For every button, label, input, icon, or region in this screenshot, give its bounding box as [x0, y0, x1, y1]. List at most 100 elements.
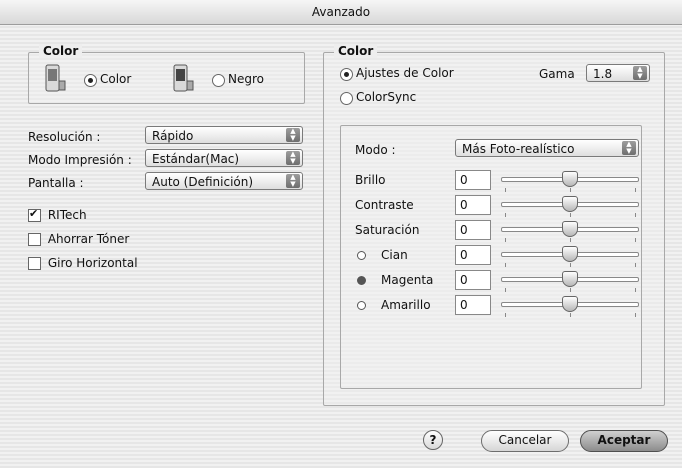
mode-value: Más Foto-realístico — [462, 142, 575, 156]
slider-tick — [635, 213, 636, 217]
popup-arrows-icon: ▲ ▼ — [633, 66, 647, 80]
adjustment-label: Contraste — [355, 198, 414, 212]
adjustment-row: Amarillo 0 — [341, 295, 641, 317]
adjustment-label: Amarillo — [381, 298, 431, 312]
print-mode-popup[interactable]: Estándar(Mac) ▲ ▼ — [145, 149, 303, 167]
screen-label: Pantalla : — [28, 176, 84, 190]
popup-arrows-icon: ▲ ▼ — [622, 141, 636, 155]
slider-tick — [635, 313, 636, 317]
colorsync-label: ColorSync — [356, 90, 417, 104]
adjustment-label: Saturación — [355, 223, 420, 237]
right-color-group: Color Ajustes de Color ColorSync Gama 1.… — [323, 44, 665, 406]
adjustment-label: Cian — [381, 248, 408, 262]
screen-value: Auto (Definición) — [152, 175, 254, 189]
left-color-group-title: Color — [39, 44, 83, 58]
slider-tick — [570, 238, 571, 242]
color-dot-icon — [357, 276, 366, 285]
adjustment-label: Brillo — [355, 173, 386, 187]
slider-tick — [635, 288, 636, 292]
resolution-value: Rápido — [152, 129, 194, 143]
slider-thumb[interactable] — [562, 271, 578, 287]
adjustment-value-field[interactable]: 0 — [455, 195, 491, 215]
color-dot-icon — [357, 301, 366, 310]
adjustment-value-field[interactable]: 0 — [455, 245, 491, 265]
color-adjust-label: Ajustes de Color — [356, 66, 454, 80]
save-toner-label: Ahorrar Tóner — [47, 232, 130, 246]
slider-tick — [505, 188, 506, 192]
print-mode-label: Modo Impresión : — [28, 153, 132, 167]
color-radio[interactable] — [84, 74, 97, 87]
adjustment-slider[interactable] — [501, 270, 639, 292]
adjustment-slider[interactable] — [501, 220, 639, 242]
flip-horizontal-checkbox-row[interactable]: Giro Horizontal — [28, 256, 138, 270]
right-color-group-title: Color — [334, 44, 378, 58]
ritech-checkbox[interactable] — [28, 207, 41, 222]
adjustment-slider[interactable] — [501, 295, 639, 317]
gamma-value: 1.8 — [593, 67, 613, 81]
adjustment-row: Cian 0 — [341, 245, 641, 267]
slider-tick — [635, 263, 636, 267]
adjustment-value-field[interactable]: 0 — [455, 295, 491, 315]
mode-label: Modo : — [355, 143, 396, 157]
slider-thumb[interactable] — [562, 196, 578, 212]
gamma-label: Gama — [539, 67, 575, 81]
slider-tick — [570, 288, 571, 292]
slider-tick — [635, 188, 636, 192]
popup-arrows-icon: ▲ ▼ — [286, 151, 300, 165]
resolution-popup[interactable]: Rápido ▲ ▼ — [145, 126, 303, 144]
window-title: Avanzado — [0, 0, 682, 25]
adjustment-label: Magenta — [381, 273, 434, 287]
adjustment-slider[interactable] — [501, 170, 639, 192]
adjustment-row: Contraste 0 — [341, 195, 641, 217]
slider-tick — [505, 213, 506, 217]
black-printer-icon — [173, 64, 194, 92]
adjustment-value-field[interactable]: 0 — [455, 220, 491, 240]
slider-thumb[interactable] — [562, 171, 578, 187]
slider-tick — [570, 263, 571, 267]
mode-popup[interactable]: Más Foto-realístico ▲ ▼ — [455, 139, 639, 157]
slider-tick — [570, 313, 571, 317]
black-radio[interactable] — [212, 74, 225, 87]
left-color-group: Color Color Negro — [28, 44, 305, 104]
color-printer-icon — [45, 64, 66, 92]
screen-popup[interactable]: Auto (Definición) ▲ ▼ — [145, 172, 303, 190]
adjustments-box: Modo : Más Foto-realístico ▲ ▼ Brillo 0 Con… — [340, 125, 642, 389]
advanced-dialog: Avanzado Color Color Negro Resolución : … — [0, 0, 682, 468]
slider-tick — [505, 238, 506, 242]
slider-tick — [505, 263, 506, 267]
ritech-checkbox-row[interactable]: RITech — [28, 207, 87, 222]
adjustment-value-field[interactable]: 0 — [455, 170, 491, 190]
color-adjust-radio[interactable] — [340, 68, 353, 81]
adjustment-slider[interactable] — [501, 245, 639, 267]
color-dot-icon — [357, 251, 366, 260]
resolution-label: Resolución : — [28, 130, 101, 144]
slider-thumb[interactable] — [562, 246, 578, 262]
adjustment-value-field[interactable]: 0 — [455, 270, 491, 290]
save-toner-checkbox[interactable] — [28, 233, 41, 246]
color-radio-label: Color — [100, 72, 132, 86]
print-mode-value: Estándar(Mac) — [152, 152, 240, 166]
adjustment-slider[interactable] — [501, 195, 639, 217]
adjustment-row: Saturación 0 — [341, 220, 641, 242]
slider-tick — [505, 288, 506, 292]
slider-thumb[interactable] — [562, 221, 578, 237]
cancel-button[interactable]: Cancelar — [481, 430, 569, 452]
popup-arrows-icon: ▲ ▼ — [286, 128, 300, 142]
slider-tick — [505, 313, 506, 317]
slider-tick — [570, 188, 571, 192]
flip-horizontal-label: Giro Horizontal — [47, 256, 138, 270]
slider-tick — [570, 213, 571, 217]
adjustment-row: Brillo 0 — [341, 170, 641, 192]
accept-button[interactable]: Aceptar — [580, 430, 668, 452]
help-button[interactable]: ? — [423, 430, 443, 450]
gamma-popup[interactable]: 1.8 ▲ ▼ — [586, 64, 650, 82]
colorsync-radio[interactable] — [340, 92, 353, 105]
flip-horizontal-checkbox[interactable] — [28, 257, 41, 270]
slider-thumb[interactable] — [562, 296, 578, 312]
adjustment-row: Magenta 0 — [341, 270, 641, 292]
popup-arrows-icon: ▲ ▼ — [286, 174, 300, 188]
ritech-label: RITech — [47, 208, 87, 222]
save-toner-checkbox-row[interactable]: Ahorrar Tóner — [28, 232, 129, 246]
slider-tick — [635, 238, 636, 242]
black-radio-label: Negro — [228, 72, 264, 86]
